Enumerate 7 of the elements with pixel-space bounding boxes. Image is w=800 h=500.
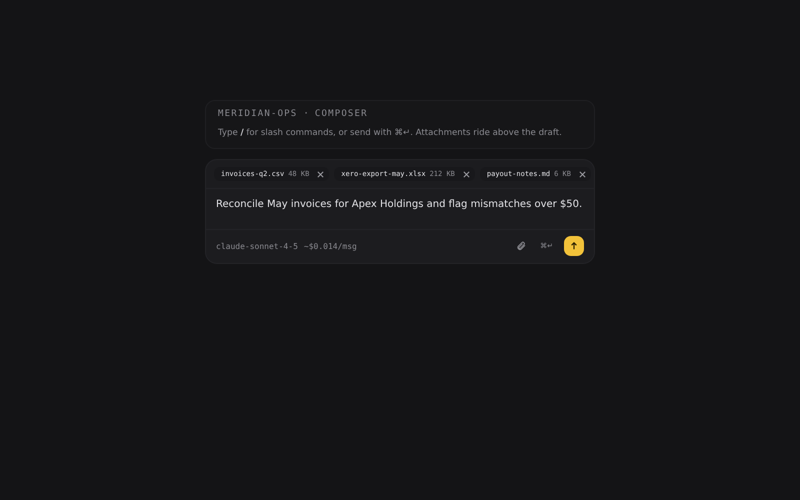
workspace-name: MERIDIAN-OPS [218, 109, 298, 119]
hint-text: Type / for slash commands, or send with ⌘↵. Attachments ride above the draft. [218, 127, 563, 139]
cost-estimate: ~$0.014/msg [304, 242, 357, 250]
model-name: claude-sonnet-4-5 [216, 242, 298, 250]
draft-text[interactable]: Reconcile May invoices for Apex Holdings and flag mismatches over $50. [206, 189, 594, 230]
separator: · [303, 109, 309, 119]
section-name: COMPOSER [314, 109, 368, 119]
